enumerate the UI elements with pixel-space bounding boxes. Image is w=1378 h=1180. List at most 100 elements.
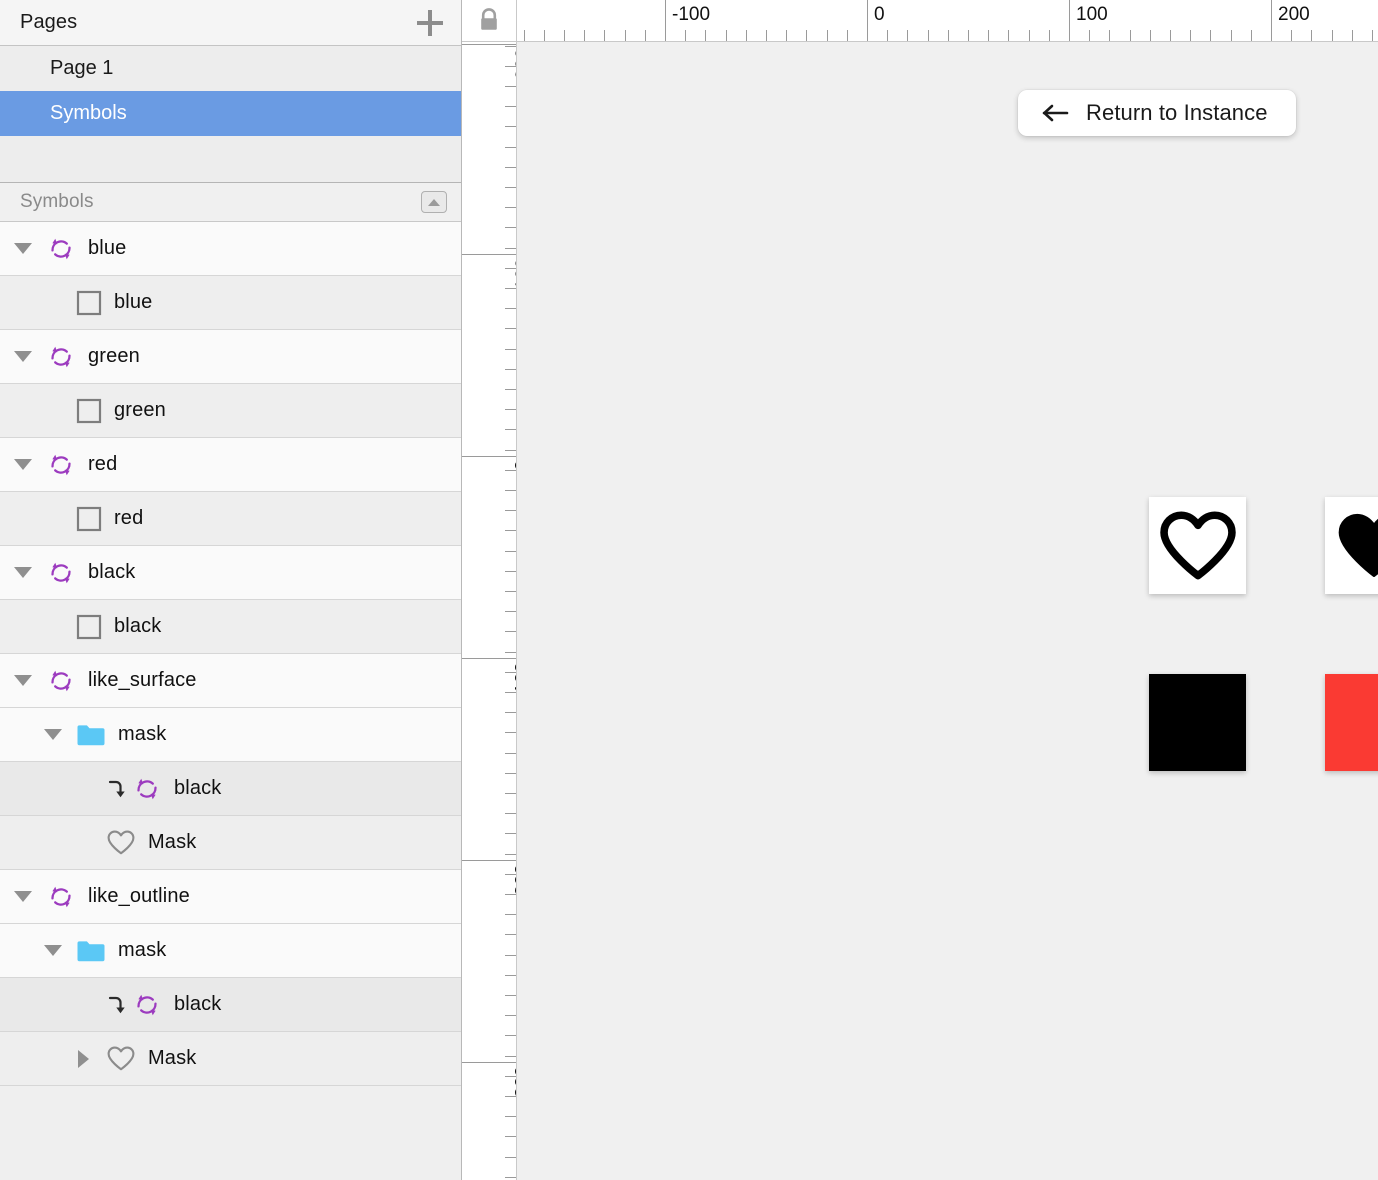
symbol-icon bbox=[132, 990, 162, 1020]
layer-indent-spacer bbox=[0, 734, 42, 735]
layer-list: blue blue green green red red black black like_s… bbox=[0, 222, 461, 1180]
ruler-tick bbox=[505, 106, 516, 107]
symbol-icon bbox=[137, 994, 157, 1015]
symbol-icon bbox=[46, 882, 76, 912]
layer-row-red[interactable]: red bbox=[0, 492, 461, 546]
ruler-tick bbox=[505, 328, 516, 329]
layer-row-blue[interactable]: blue bbox=[0, 222, 461, 276]
ruler-tick bbox=[948, 30, 949, 41]
layer-name-label: mask bbox=[118, 939, 167, 961]
pages-list-item-page-1[interactable]: Page 1 bbox=[0, 46, 461, 91]
ruler-tick bbox=[584, 30, 585, 41]
layer-row-black[interactable]: black bbox=[0, 600, 461, 654]
artboard-like_surface[interactable] bbox=[1325, 497, 1378, 594]
disclosure-down-icon[interactable] bbox=[12, 454, 34, 476]
layer-indent-spacer bbox=[0, 302, 42, 303]
pages-list-empty-space bbox=[0, 136, 461, 182]
layer-row-red[interactable]: red bbox=[0, 438, 461, 492]
ruler-tick bbox=[907, 30, 908, 41]
layer-row-like-surface[interactable]: like_surface bbox=[0, 654, 461, 708]
layer-indent-spacer bbox=[0, 356, 12, 357]
ruler-tick bbox=[505, 86, 516, 87]
layer-icon-gap bbox=[34, 896, 46, 897]
disclosure-down-icon[interactable] bbox=[12, 346, 34, 368]
return-to-instance-button[interactable]: Return to Instance bbox=[1018, 90, 1296, 136]
ruler-tick bbox=[505, 1177, 516, 1178]
layer-row-mask[interactable]: Mask bbox=[0, 1032, 461, 1086]
artboard-black[interactable] bbox=[1149, 674, 1246, 771]
horizontal-ruler[interactable]: -100 0 100 200 bbox=[517, 0, 1378, 42]
disclosure-down-icon[interactable] bbox=[12, 670, 34, 692]
ruler-tick bbox=[505, 369, 516, 370]
vertical-ruler[interactable]: -200-1000100200300 bbox=[462, 42, 517, 1180]
ruler-major-tick bbox=[462, 860, 516, 861]
ruler-tick bbox=[625, 30, 626, 41]
return-button-label: Return to Instance bbox=[1086, 100, 1268, 125]
layer-row-like-outline[interactable]: like_outline bbox=[0, 870, 461, 924]
ruler-tick bbox=[505, 1015, 516, 1016]
plus-icon[interactable] bbox=[417, 9, 443, 36]
pages-list-item-symbols[interactable]: Symbols bbox=[0, 91, 461, 136]
layer-icon-gap bbox=[34, 356, 46, 357]
disclosure-placeholder bbox=[72, 994, 94, 1016]
layer-icon-gap bbox=[94, 842, 106, 843]
symbols-section-header: Symbols bbox=[0, 182, 461, 222]
ruler-label: 100 bbox=[1076, 4, 1108, 25]
collapse-up-icon[interactable] bbox=[421, 191, 447, 213]
disclosure-down-icon[interactable] bbox=[12, 886, 34, 908]
ruler-tick bbox=[505, 207, 516, 208]
layer-indent-spacer bbox=[0, 518, 42, 519]
ruler-tick bbox=[505, 934, 516, 935]
ruler-tick bbox=[1089, 30, 1090, 41]
ruler-tick bbox=[505, 955, 516, 956]
heart-icon bbox=[107, 830, 135, 854]
ruler-tick bbox=[887, 30, 888, 41]
heart-outline-icon bbox=[1159, 510, 1236, 579]
ruler-label: -100 bbox=[672, 4, 711, 25]
layer-row-green[interactable]: green bbox=[0, 384, 461, 438]
layer-icon-gap bbox=[64, 950, 76, 951]
layer-row-mask[interactable]: Mask bbox=[0, 816, 461, 870]
layer-row-mask[interactable]: mask bbox=[0, 708, 461, 762]
layer-row-blue[interactable]: blue bbox=[0, 276, 461, 330]
layer-row-mask[interactable]: mask bbox=[0, 924, 461, 978]
symbol-icon bbox=[46, 558, 76, 588]
layer-icon-gap bbox=[34, 248, 46, 249]
layer-row-black[interactable]: black bbox=[0, 978, 461, 1032]
rectangle-icon bbox=[76, 398, 102, 424]
arrow-left-icon bbox=[1042, 103, 1070, 123]
heart-icon bbox=[106, 829, 136, 857]
design-canvas[interactable]: Return to Instance bbox=[517, 42, 1378, 1180]
layer-name-label: mask bbox=[118, 723, 167, 745]
disclosure-down-icon[interactable] bbox=[12, 562, 34, 584]
symbol-icon bbox=[51, 562, 71, 583]
ruler-tick bbox=[786, 30, 787, 41]
ruler-tick bbox=[645, 30, 646, 41]
layer-row-black[interactable]: black bbox=[0, 546, 461, 600]
ruler-tick bbox=[505, 389, 516, 390]
folder-icon bbox=[76, 722, 106, 748]
disclosure-down-icon[interactable] bbox=[12, 238, 34, 260]
ruler-tick bbox=[505, 551, 516, 552]
artboard-red[interactable] bbox=[1325, 674, 1378, 771]
layer-icon-gap bbox=[94, 788, 106, 789]
layer-indent-spacer bbox=[0, 950, 42, 951]
layer-icon-gap bbox=[64, 626, 76, 627]
ruler-corner[interactable] bbox=[462, 0, 517, 42]
disclosure-placeholder bbox=[42, 616, 64, 638]
ruler-tick bbox=[505, 975, 516, 976]
ruler-tick bbox=[564, 30, 565, 41]
disclosure-down-icon[interactable] bbox=[42, 724, 64, 746]
ruler-tick bbox=[1231, 30, 1232, 41]
disclosure-right-icon[interactable] bbox=[72, 1048, 94, 1070]
ruler-label: 200 bbox=[1278, 4, 1310, 25]
disclosure-down-icon[interactable] bbox=[42, 940, 64, 962]
ruler-tick bbox=[705, 30, 706, 41]
layer-name-label: black bbox=[174, 993, 222, 1015]
layer-row-green[interactable]: green bbox=[0, 330, 461, 384]
layer-name-label: black bbox=[114, 615, 162, 637]
ruler-tick bbox=[766, 30, 767, 41]
layer-row-black[interactable]: black bbox=[0, 762, 461, 816]
artboard-like_outline[interactable] bbox=[1149, 497, 1246, 594]
layer-indent-spacer bbox=[0, 788, 72, 789]
